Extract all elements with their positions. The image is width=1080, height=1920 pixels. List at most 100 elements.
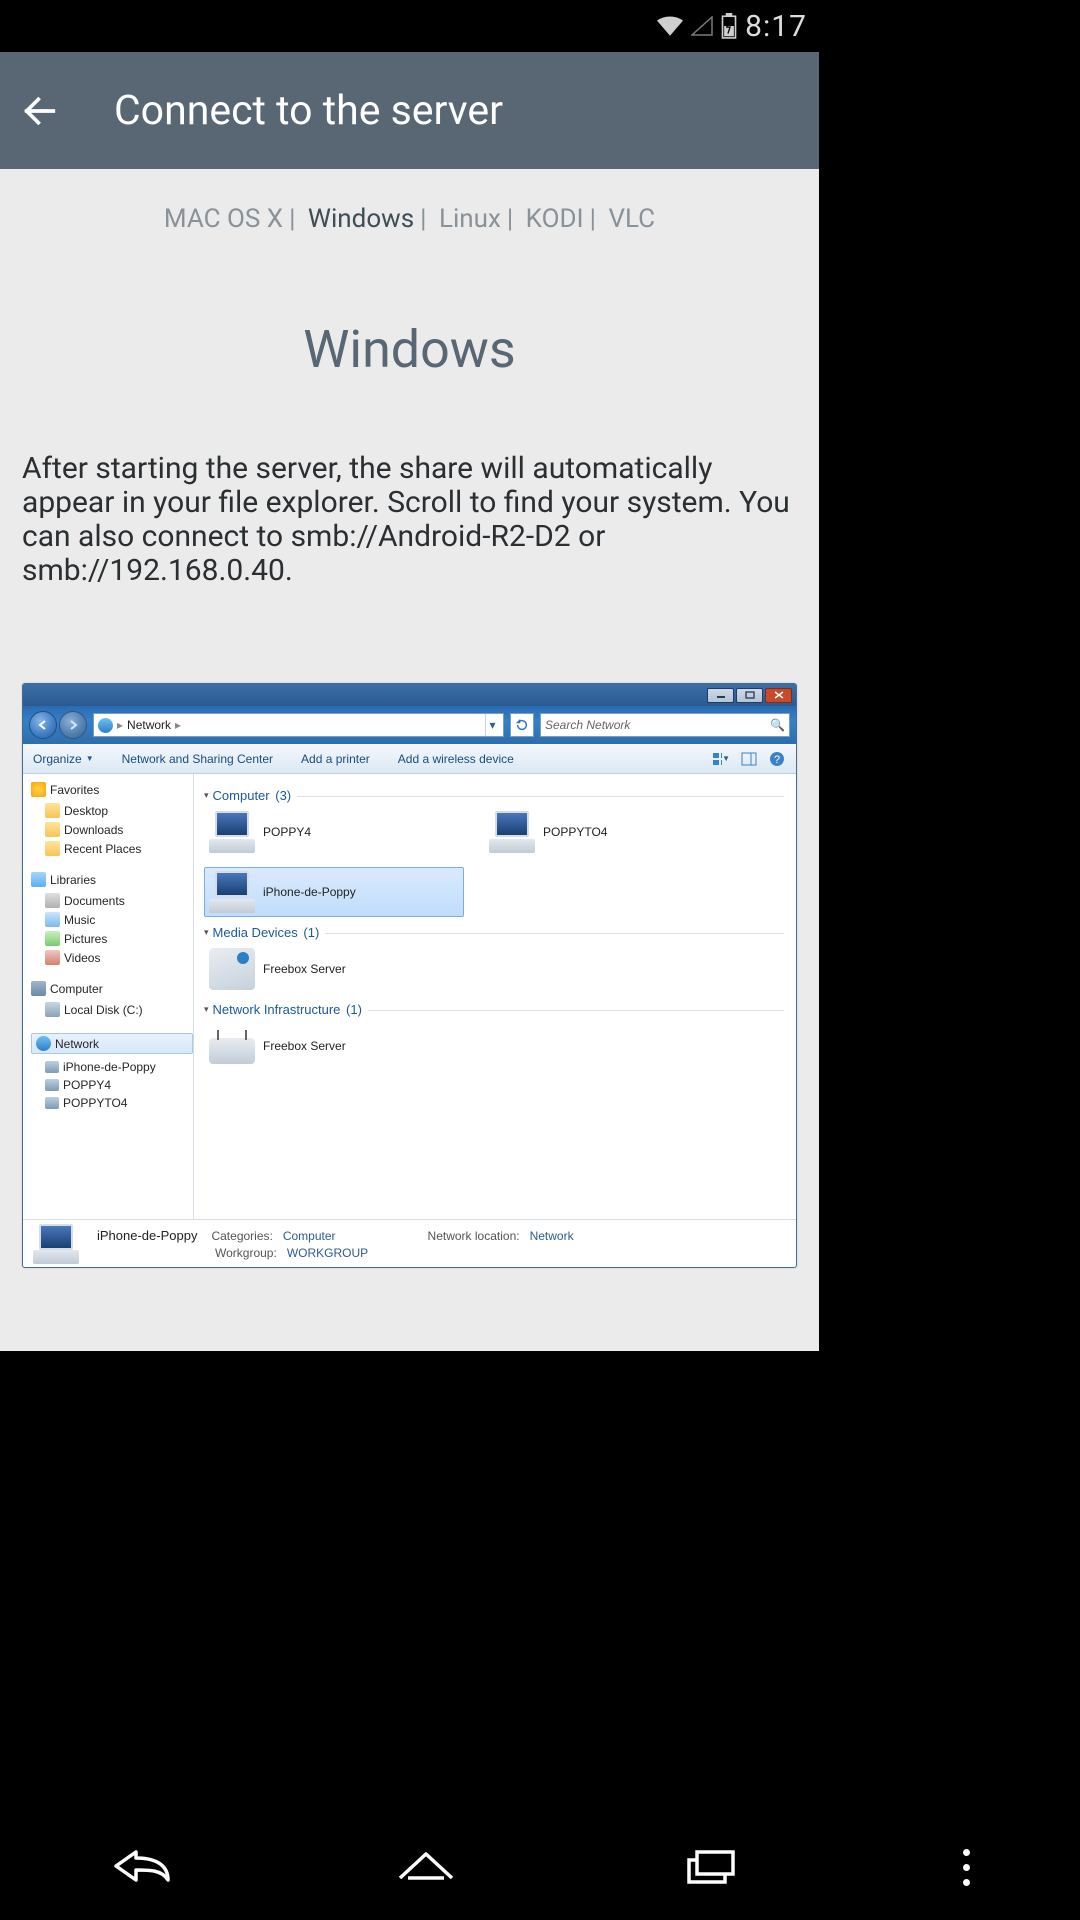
categories-label: Categories: [211, 1229, 272, 1243]
computer-icon [31, 981, 46, 996]
refresh-button [510, 713, 534, 737]
back-button[interactable] [110, 1846, 174, 1890]
videos-icon [45, 950, 60, 965]
preview-pane-icon [740, 750, 758, 768]
status-bar: 8:17 [0, 0, 819, 52]
sidebar-item-host: POPPY4 [31, 1076, 193, 1094]
computer-icon [489, 811, 535, 853]
tab-kodi[interactable]: KODI [526, 204, 584, 234]
chevron-right-icon: ▸ [175, 718, 181, 732]
computer-icon [45, 1061, 59, 1073]
computer-icon [45, 1079, 59, 1091]
computer-icon [209, 871, 255, 913]
chevron-right-icon: ▸ [117, 718, 123, 732]
chevron-down-icon: ▾ [204, 1004, 209, 1015]
computer-label: Computer [50, 982, 103, 996]
sidebar-item-documents: Documents [31, 891, 193, 910]
media-device-tile: Freebox Server [204, 944, 464, 994]
back-button[interactable] [18, 89, 62, 133]
battery-icon [721, 13, 737, 39]
explorer-body: Favorites Desktop Downloads Recent Place… [23, 774, 796, 1219]
network-computer-tile-selected: iPhone-de-Poppy [204, 867, 464, 917]
network-computer-tile: POPPY4 [204, 807, 464, 857]
folder-icon [45, 803, 60, 818]
add-wireless-device-link: Add a wireless device [398, 752, 514, 766]
network-sharing-center-link: Network and Sharing Center [122, 752, 273, 766]
sidebar-item-recent-places: Recent Places [31, 839, 193, 858]
home-button[interactable] [394, 1846, 458, 1890]
add-printer-link: Add a printer [301, 752, 370, 766]
search-placeholder: Search Network [545, 718, 630, 732]
star-icon [31, 782, 46, 797]
network-location-label: Network location: [428, 1229, 520, 1243]
computer-icon [33, 1224, 85, 1264]
os-tabs: MAC OS X| Windows| Linux| KODI| VLC [164, 204, 655, 234]
media-device-icon [209, 948, 255, 990]
group-header-computer: ▾Computer (3) [204, 788, 784, 803]
group-header-network-infrastructure: ▾Network Infrastructure (1) [204, 1002, 784, 1017]
search-icon: 🔍 [770, 718, 785, 732]
app-title: Connect to the server [114, 87, 503, 135]
sidebar-item-local-disk: Local Disk (C:) [31, 1000, 193, 1019]
tab-windows[interactable]: Windows [308, 204, 414, 234]
documents-icon [45, 893, 60, 908]
wifi-icon [657, 16, 683, 36]
instructions-text: After starting the server, the share wil… [0, 452, 819, 588]
explorer-toolbar: Organize ▼ Network and Sharing Center Ad… [23, 744, 796, 774]
libraries-label: Libraries [50, 873, 96, 887]
sidebar-item-videos: Videos [31, 948, 193, 967]
navigation-pane: Favorites Desktop Downloads Recent Place… [23, 774, 194, 1219]
router-tile: Freebox Server [204, 1021, 464, 1071]
details-pane: iPhone-de-Poppy Categories: Computer Net… [23, 1219, 796, 1267]
sidebar-item-music: Music [31, 910, 193, 929]
address-bar-row: ▸ Network ▸ ▾ Search Network 🔍 [23, 706, 796, 744]
window-titlebar [23, 684, 796, 706]
breadcrumb: ▸ Network ▸ ▾ [93, 713, 504, 737]
content: MAC OS X| Windows| Linux| KODI| VLC Wind… [0, 169, 819, 1351]
chevron-down-icon: ▾ [204, 790, 209, 801]
organize-menu: Organize ▼ [33, 752, 94, 766]
overflow-menu-button[interactable] [963, 1849, 970, 1886]
tab-macosx[interactable]: MAC OS X [164, 204, 283, 234]
sidebar-item-downloads: Downloads [31, 820, 193, 839]
workgroup-label: Workgroup: [215, 1246, 277, 1260]
nav-back-button [29, 711, 57, 739]
network-icon [98, 718, 113, 733]
categories-value: Computer [283, 1229, 336, 1243]
section-heading: Windows [303, 319, 515, 380]
favorites-label: Favorites [50, 783, 99, 797]
help-icon: ? [768, 750, 786, 768]
network-label: Network [55, 1037, 99, 1051]
tab-vlc[interactable]: VLC [608, 204, 655, 234]
network-location-value: Network [530, 1229, 574, 1243]
sidebar-item-host: POPPYTO4 [31, 1094, 193, 1112]
folder-icon [45, 822, 60, 837]
chevron-down-icon: ▼ [86, 754, 94, 763]
computer-icon [45, 1097, 59, 1109]
signal-icon [691, 16, 713, 36]
sidebar-item-network: Network [31, 1033, 193, 1054]
window-close-button [765, 688, 792, 703]
network-computer-tile: POPPYTO4 [484, 807, 744, 857]
pictures-icon [45, 931, 60, 946]
folder-icon [45, 841, 60, 856]
computer-icon [209, 811, 255, 853]
music-icon [45, 912, 60, 927]
disk-icon [45, 1002, 60, 1017]
recents-button[interactable] [679, 1846, 743, 1890]
nav-forward-button [59, 711, 87, 739]
clock: 8:17 [745, 9, 807, 44]
navigation-bar [0, 1815, 1080, 1920]
view-options-icon: ▼ [712, 750, 730, 768]
windows-explorer-screenshot: ▸ Network ▸ ▾ Search Network 🔍 Organize … [22, 683, 797, 1268]
search-input: Search Network 🔍 [540, 713, 790, 737]
tab-linux[interactable]: Linux [439, 204, 501, 234]
breadcrumb-item: Network [127, 718, 171, 732]
svg-text:?: ? [774, 754, 780, 766]
router-icon [209, 1038, 255, 1064]
libraries-icon [31, 872, 46, 887]
window-minimize-button [707, 688, 734, 703]
group-header-media-devices: ▾Media Devices (1) [204, 925, 784, 940]
network-icon [36, 1036, 51, 1051]
selected-item-name: iPhone-de-Poppy [97, 1228, 197, 1243]
